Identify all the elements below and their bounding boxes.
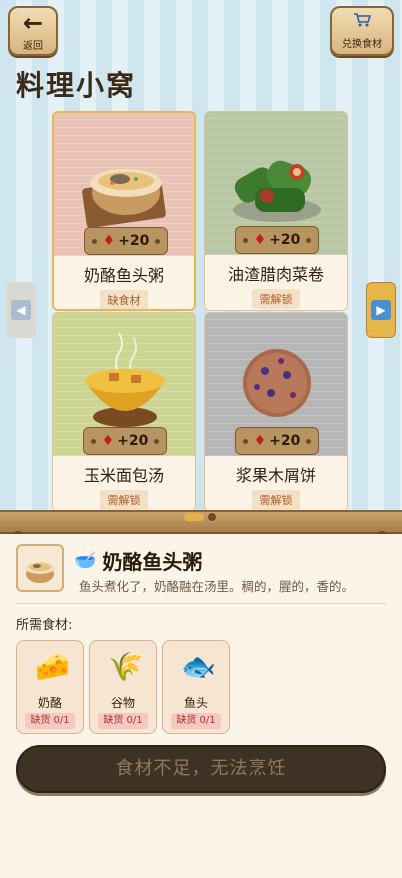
reward-badge: ♦ +20	[235, 226, 319, 254]
prev-page-button[interactable]: ◀	[6, 282, 36, 338]
ingredient-name: 谷物	[110, 696, 135, 710]
ingredient-card[interactable]: 🌾 谷物 缺货 0/1	[89, 640, 157, 734]
recipe-art: ♦ +20	[205, 112, 347, 255]
dish-thumbnail	[16, 544, 64, 592]
page-indicator-active[interactable]	[184, 513, 204, 521]
cook-button[interactable]: 食材不足，无法烹饪	[16, 745, 386, 793]
cheese-icon: 🧀	[35, 650, 70, 683]
back-label: 返回	[23, 40, 43, 52]
recipe-status-badge: 缺食材	[100, 290, 148, 309]
recipe-card[interactable]: ♦ +20 奶酪鱼头粥 缺食材	[52, 111, 196, 311]
arrow-left-icon: ◀	[11, 300, 31, 320]
stock-badge: 缺货 0/1	[98, 713, 148, 729]
recipe-status-badge: 需解锁	[252, 490, 300, 510]
page-indicator[interactable]	[208, 513, 216, 521]
recipe-card[interactable]: ♦ +20 油渣腊肉菜卷 需解锁	[204, 111, 348, 311]
arrow-left-icon: ←	[22, 8, 44, 37]
recipe-status-badge: 需解锁	[252, 289, 300, 309]
next-page-button[interactable]: ▶	[366, 282, 396, 338]
recipe-art: ♦ +20	[54, 113, 194, 256]
dish-title: 🥣 奶酪鱼头粥	[74, 546, 202, 575]
dish-description: 鱼头煮化了，奶酪融在汤里。稠的，腥的，香的。	[79, 579, 355, 594]
gem-icon: ♦	[253, 232, 267, 248]
ingredient-card[interactable]: 🐟 鱼头 缺货 0/1	[162, 640, 230, 734]
gem-icon: ♦	[102, 233, 116, 249]
ingredient-card[interactable]: 🧀 奶酪 缺货 0/1	[16, 640, 84, 734]
reward-badge: ♦ +20	[235, 427, 319, 455]
recipe-name: 奶酪鱼头粥	[83, 266, 164, 285]
divider	[16, 603, 386, 604]
gem-icon: ♦	[253, 433, 267, 449]
bowl-icon: 🥣	[74, 550, 97, 571]
recipe-card[interactable]: ♦ +20 浆果木屑饼 需解锁	[204, 312, 348, 512]
exchange-ingredients-button[interactable]: 兑换食材	[330, 6, 394, 56]
recipe-detail-panel: 🥣 奶酪鱼头粥 鱼头煮化了，奶酪融在汤里。稠的，腥的，香的。 所需食材: 🧀 奶…	[0, 534, 402, 878]
recipe-art: ♦ +20	[205, 313, 347, 456]
stock-badge: 缺货 0/1	[25, 713, 75, 729]
reward-value: +20	[118, 233, 150, 249]
ingredient-name: 奶酪	[37, 696, 62, 710]
recipe-card[interactable]: ♦ +20 玉米面包汤 需解锁	[52, 312, 196, 512]
recipe-name: 浆果木屑饼	[235, 466, 316, 485]
arrow-right-icon: ▶	[371, 300, 391, 320]
cart-icon	[353, 12, 372, 33]
recipe-name: 玉米面包汤	[83, 466, 164, 485]
recipe-name: 油渣腊肉菜卷	[227, 265, 324, 284]
reward-value: +20	[117, 433, 149, 449]
fish-icon: 🐟	[181, 650, 216, 683]
recipe-art: ♦ +20	[53, 313, 195, 456]
back-button[interactable]: ← 返回	[8, 6, 58, 56]
grain-icon: 🌾	[108, 650, 143, 683]
page-title: 料理小窝	[16, 69, 137, 102]
reward-badge: ♦ +20	[84, 227, 168, 255]
ingredient-name: 鱼头	[183, 696, 208, 710]
reward-value: +20	[269, 232, 301, 248]
dish-name: 奶酪鱼头粥	[102, 550, 203, 574]
reward-badge: ♦ +20	[83, 427, 167, 455]
shop-label: 兑换食材	[342, 39, 382, 50]
stock-badge: 缺货 0/1	[171, 713, 221, 729]
recipe-status-badge: 需解锁	[100, 490, 148, 510]
required-ingredients-label: 所需食材:	[16, 618, 73, 633]
reward-value: +20	[269, 433, 301, 449]
gem-icon: ♦	[101, 433, 115, 449]
